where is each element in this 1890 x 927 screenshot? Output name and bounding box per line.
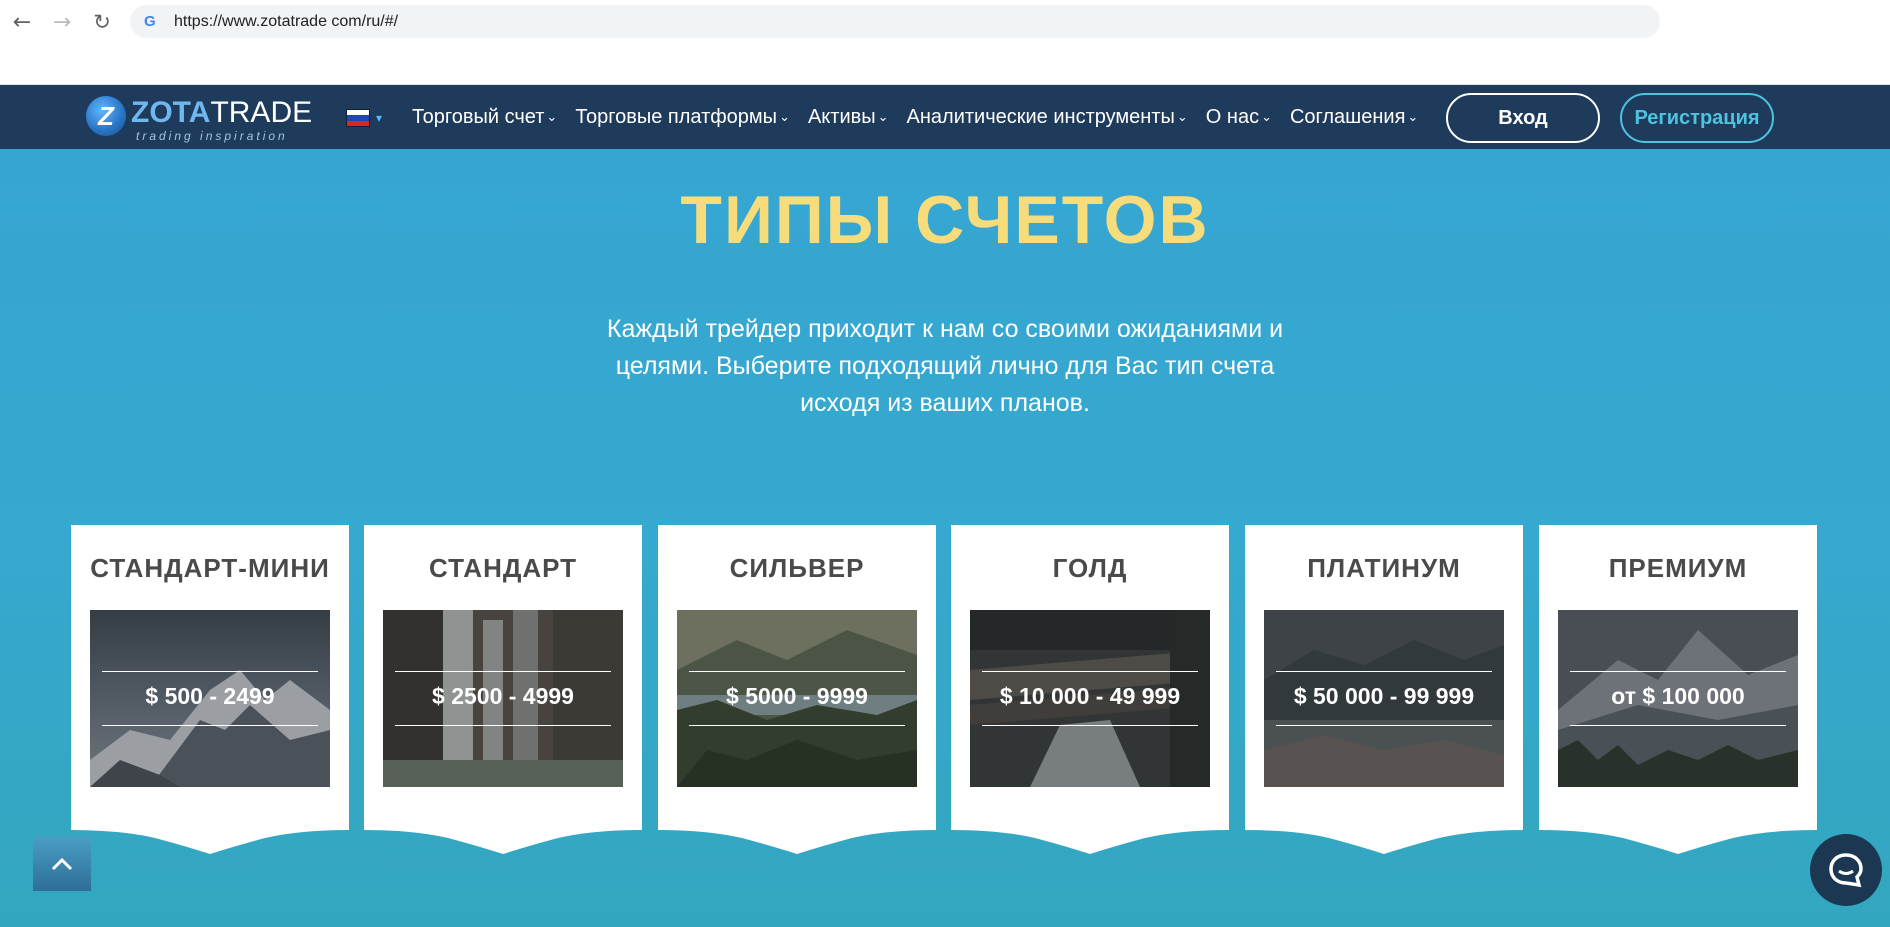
url-text[interactable]: https://www.zotatrade com/ru/#/ — [174, 13, 398, 31]
back-arrow-icon[interactable]: ← — [8, 8, 36, 36]
card-image-valley-lake: $ 5000 - 9999 — [677, 610, 917, 787]
menu-item-trading-platforms[interactable]: Торговые платформы ⌄ — [575, 106, 790, 129]
scroll-to-top-button[interactable] — [33, 837, 91, 891]
logo[interactable]: Z ZOTATRADE trading inspiration — [86, 93, 312, 143]
account-card[interactable]: ПЛАТИНУМ $ 50 000 - 99 999 — [1245, 525, 1523, 824]
logo-mark-icon: Z — [86, 96, 126, 136]
card-price: $ 10 000 - 49 999 — [999, 683, 1181, 709]
logo-wordmark: ZOTATRADE — [131, 96, 313, 129]
caret-down-icon: ▾ — [376, 111, 383, 125]
card-title: СИЛЬВЕР — [729, 553, 865, 583]
chat-bubble-icon — [1829, 853, 1863, 888]
account-card[interactable]: СИЛЬВЕР $ 5000 - 9999 — [658, 525, 936, 824]
login-button[interactable]: Вход — [1446, 93, 1600, 143]
menu-item-trading-account[interactable]: Торговый счет ⌄ — [412, 106, 557, 129]
account-types-section: ТИПЫ СЧЕТОВ Каждый трейдер приходит к на… — [0, 149, 1890, 927]
account-card[interactable]: СТАНДАРТ $ 2500 - 4999 — [364, 525, 642, 824]
chevron-down-icon: ⌄ — [546, 109, 558, 125]
section-subtitle: Каждый трейдер приходит к нам со своими … — [606, 315, 1284, 417]
card-image-river-logs: $ 10 000 - 49 999 — [970, 610, 1210, 787]
google-icon: G — [144, 13, 156, 30]
card-price: $ 500 - 2499 — [145, 683, 275, 709]
card-image-mountain-peak: $ 500 - 2499 — [90, 610, 330, 787]
account-card[interactable]: ГОЛД $ 10 000 - 49 999 — [951, 525, 1229, 824]
chevron-up-icon — [51, 857, 73, 871]
menu-item-agreements[interactable]: Соглашения ⌄ — [1290, 106, 1418, 129]
forward-arrow-icon[interactable]: → — [48, 8, 76, 36]
card-bottom-scallops — [71, 824, 1817, 854]
account-card[interactable]: СТАНДАРТ-МИНИ $ 500 - 2499 — [71, 525, 349, 824]
chevron-down-icon: ⌄ — [779, 109, 790, 125]
main-menu: Торговый счет ⌄ Торговые платформы ⌄ Актив… — [412, 85, 1436, 149]
chevron-down-icon: ⌄ — [1261, 109, 1272, 125]
card-title: ГОЛД — [1052, 553, 1128, 583]
card-price: $ 50 000 - 99 999 — [1293, 683, 1475, 709]
logo-tagline: trading inspiration — [136, 129, 288, 143]
card-title: СТАНДАРТ — [428, 553, 578, 583]
menu-item-analytics-tools[interactable]: Аналитические инструменты ⌄ — [907, 106, 1188, 129]
menu-item-assets[interactable]: Активы ⌄ — [808, 106, 889, 129]
reload-icon[interactable]: ↻ — [88, 8, 116, 36]
card-title: СТАНДАРТ-МИНИ — [90, 553, 330, 583]
chevron-down-icon: ⌄ — [1407, 109, 1419, 125]
menu-item-about[interactable]: О нас ⌄ — [1206, 106, 1272, 129]
card-image-waterfall: $ 2500 - 4999 — [383, 610, 623, 787]
card-title: ПРЕМИУМ — [1608, 553, 1748, 583]
register-button[interactable]: Регистрация — [1620, 93, 1774, 143]
ru-flag-icon — [346, 109, 370, 127]
language-selector[interactable]: ▾ — [346, 107, 390, 129]
card-title: ПЛАТИНУМ — [1307, 553, 1461, 583]
page-title: ТИПЫ СЧЕТОВ — [680, 182, 1210, 258]
site-header: Z ZOTATRADE trading inspiration ▾ Торгов… — [0, 85, 1890, 149]
card-price: $ 5000 - 9999 — [726, 683, 868, 709]
card-image-mountain-forest: от $ 100 000 — [1558, 610, 1798, 787]
account-card[interactable]: ПРЕМИУМ от $ 100 000 — [1539, 525, 1817, 824]
chevron-down-icon: ⌄ — [877, 109, 889, 125]
account-cards: СТАНДАРТ-МИНИ $ 500 - 2499 СТАНДАРТ $ 25… — [0, 525, 1890, 885]
browser-toolbar: ← → ↻ G https://www.zotatrade com/ru/#/ — [0, 0, 1890, 85]
card-image-misty-lake: $ 50 000 - 99 999 — [1264, 610, 1504, 787]
card-price: $ 2500 - 4999 — [432, 683, 574, 709]
address-bar[interactable]: G https://www.zotatrade com/ru/#/ — [130, 5, 1660, 38]
chevron-down-icon: ⌄ — [1176, 109, 1188, 125]
card-price: от $ 100 000 — [1611, 683, 1745, 709]
chat-button[interactable] — [1810, 834, 1882, 906]
